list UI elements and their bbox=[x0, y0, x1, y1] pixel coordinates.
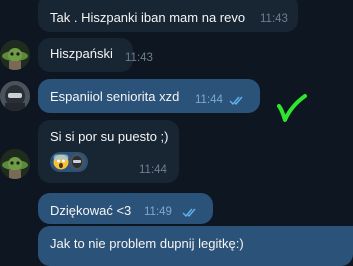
contact-avatar[interactable] bbox=[0, 40, 30, 70]
message-text: Si si por su puesto ;) bbox=[50, 129, 169, 144]
message-time: 11:44 bbox=[195, 94, 223, 106]
own-avatar[interactable] bbox=[0, 81, 30, 111]
helmet-avatar-icon bbox=[0, 81, 30, 111]
message-time: 11:49 bbox=[144, 206, 172, 218]
reaction-badge[interactable] bbox=[50, 152, 88, 172]
message-bubble-incoming[interactable]: Tak . Hiszpanki iban mam na revo 11:43 bbox=[38, 0, 298, 32]
message-bubble-outgoing[interactable]: Jak to nie problem dupnij legitkę:) bbox=[38, 226, 353, 266]
read-ticks-icon bbox=[229, 96, 243, 105]
helmet-avatar-icon bbox=[69, 154, 85, 170]
message-text: Tak . Hiszpanki iban mam na revo bbox=[50, 10, 246, 25]
yoda-avatar-icon bbox=[0, 149, 30, 179]
message-time: 11:43 bbox=[125, 52, 153, 64]
contact-avatar[interactable] bbox=[0, 149, 30, 179]
scream-emoji-icon bbox=[53, 154, 69, 170]
message-text: Espaniiol seniorita xzd bbox=[50, 89, 180, 104]
message-time: 11:44 bbox=[139, 164, 167, 176]
message-bubble-incoming[interactable]: Hiszpański 11:43 bbox=[38, 38, 153, 72]
reactor-avatar bbox=[69, 154, 85, 170]
read-ticks-icon bbox=[182, 208, 196, 217]
message-bubble-outgoing[interactable]: Dziękować <3 11:49 bbox=[38, 193, 213, 224]
message-bubble-incoming[interactable]: Si si por su puesto ;) 11:44 bbox=[38, 120, 179, 183]
green-check-annotation-icon bbox=[277, 94, 307, 122]
message-text: Hiszpański bbox=[50, 46, 113, 61]
message-bubble-outgoing[interactable]: Espaniiol seniorita xzd 11:44 bbox=[38, 79, 260, 113]
message-time: 11:43 bbox=[260, 13, 288, 25]
yoda-avatar-icon bbox=[0, 40, 30, 70]
message-text: Dziękować <3 bbox=[50, 203, 132, 218]
message-text: Jak to nie problem dupnij legitkę:) bbox=[50, 236, 244, 251]
